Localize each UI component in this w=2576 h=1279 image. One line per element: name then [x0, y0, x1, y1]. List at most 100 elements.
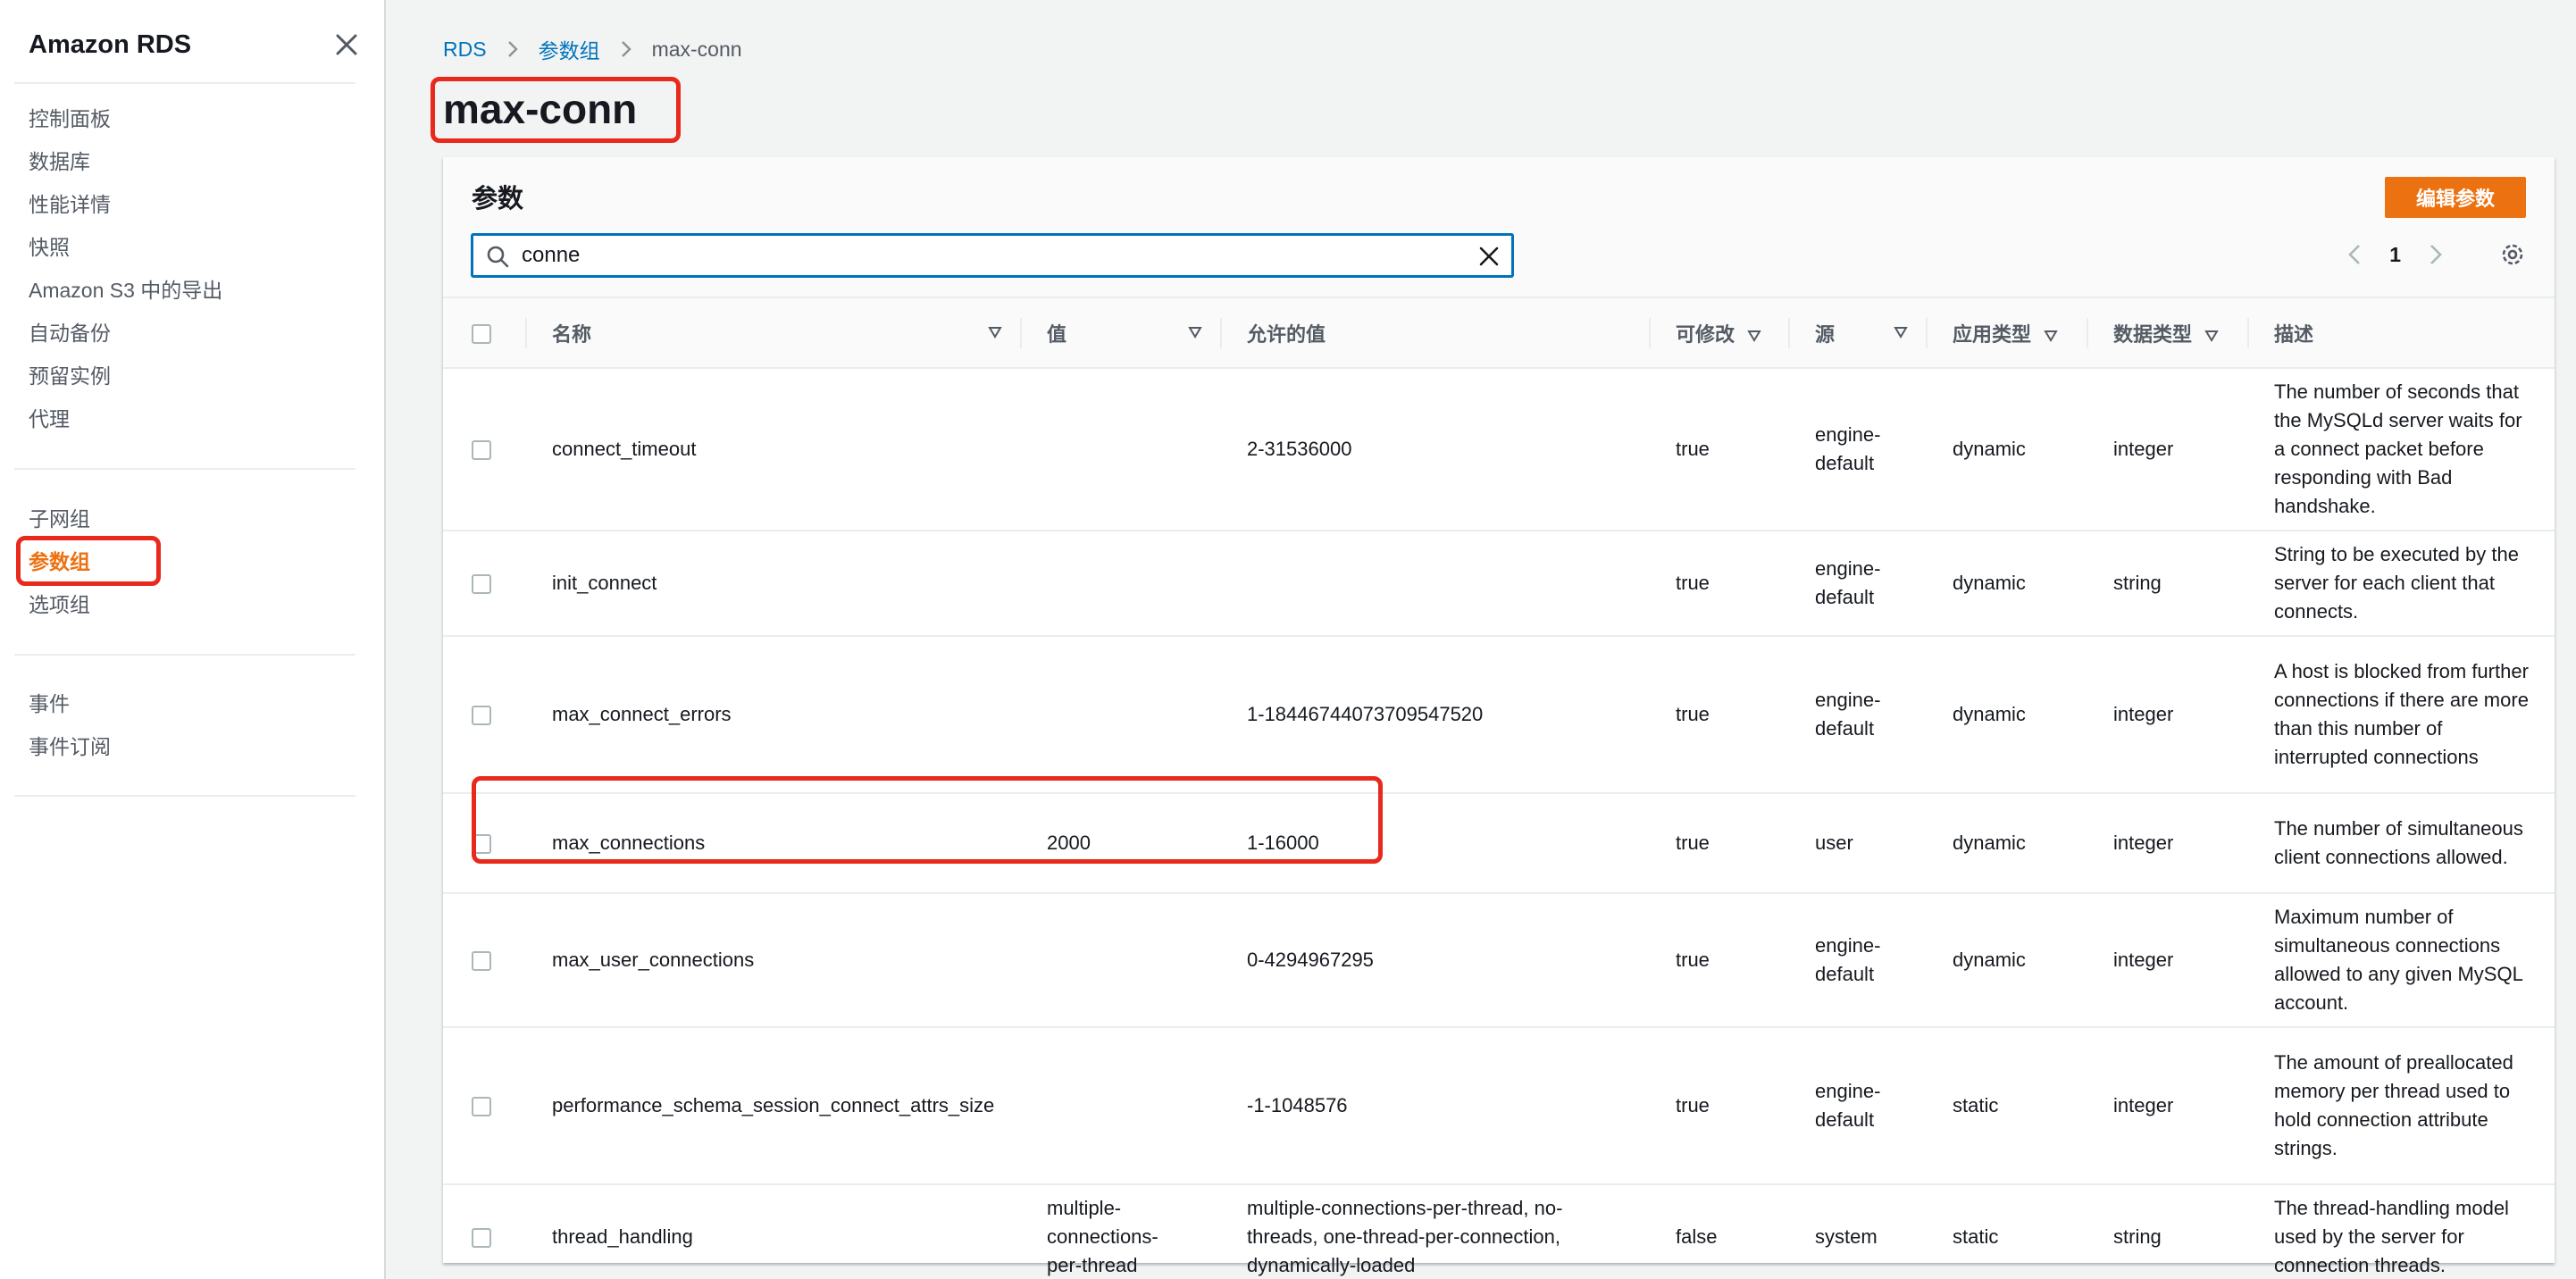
table-row[interactable]: performance_schema_session_connect_attrs… — [443, 1027, 2555, 1185]
row-checkbox[interactable] — [472, 951, 491, 972]
sidebar-item-s3-exports[interactable]: Amazon S3 中的导出 — [29, 276, 222, 305]
row-select-cell — [443, 793, 525, 894]
column-header-label: 可修改 — [1676, 322, 1735, 346]
gear-icon[interactable] — [2499, 241, 2526, 268]
sidebar-item-automated-backups[interactable]: 自动备份 — [29, 319, 111, 347]
sort-icon[interactable] — [1747, 329, 1761, 343]
description-cell: The number of seconds that the MySQLd se… — [2247, 368, 2555, 531]
select-all-checkbox[interactable] — [472, 323, 491, 344]
allowed-values-cell — [1220, 531, 1649, 637]
row-checkbox[interactable] — [472, 1228, 491, 1249]
description-cell: String to be executed by the server for … — [2247, 531, 2555, 637]
sidebar-item-reserved-instances[interactable]: 预留实例 — [29, 362, 111, 390]
column-header-data-type[interactable]: 数据类型 — [2087, 298, 2247, 369]
sidebar-item-proxies[interactable]: 代理 — [29, 405, 70, 433]
row-select-cell — [443, 893, 525, 1028]
sidebar-item-events[interactable]: 事件 — [29, 690, 70, 718]
table-row[interactable]: max_connect_errors 1-18446744073709547520… — [443, 636, 2555, 794]
modifiable-cell: true — [1649, 893, 1788, 1028]
name-cell: performance_schema_session_connect_attrs… — [525, 1027, 1020, 1185]
sidebar-item-performance-insights[interactable]: 性能详情 — [29, 190, 111, 219]
sort-icon[interactable] — [2044, 329, 2058, 343]
source-cell: engine- default — [1788, 531, 1926, 637]
modifiable-cell: true — [1649, 636, 1788, 794]
apply-type-cell: dynamic — [1926, 531, 2087, 637]
name-cell: max_connect_errors — [525, 636, 1020, 794]
value-cell — [1020, 893, 1220, 1028]
column-header-label: 应用类型 — [1953, 322, 2032, 346]
breadcrumb-rds[interactable]: RDS — [443, 38, 487, 62]
apply-type-cell: dynamic — [1926, 368, 2087, 531]
sort-icon[interactable] — [1188, 325, 1202, 339]
source-cell: engine- default — [1788, 1027, 1926, 1185]
search-icon — [487, 246, 509, 268]
row-checkbox[interactable] — [472, 574, 491, 595]
column-header-value[interactable]: 值 — [1020, 298, 1220, 369]
chevron-right-icon — [621, 41, 631, 57]
sidebar-item-dashboard[interactable]: 控制面板 — [29, 104, 111, 133]
page-number[interactable]: 1 — [2389, 243, 2401, 267]
search-field[interactable] — [472, 234, 1513, 277]
sidebar-item-subnet-groups[interactable]: 子网组 — [29, 505, 90, 533]
column-header-description: 描述 — [2247, 298, 2555, 369]
description-cell: The number of simultaneous client connec… — [2247, 793, 2555, 894]
column-header-allowed-values: 允许的值 — [1220, 298, 1649, 369]
modifiable-cell: true — [1649, 368, 1788, 531]
table-row[interactable]: max_connections 2000 1-16000 true user dynami… — [443, 793, 2555, 894]
column-header-apply-type[interactable]: 应用类型 — [1926, 298, 2087, 369]
clear-icon[interactable] — [1477, 245, 1501, 268]
name-cell: connect_timeout — [525, 368, 1020, 531]
data-type-cell: integer — [2087, 793, 2247, 894]
chevron-left-icon[interactable] — [2343, 242, 2368, 267]
panel-title: 参数 — [472, 185, 524, 213]
table-row[interactable]: max_user_connections 0-4294967295 true engi… — [443, 893, 2555, 1028]
allowed-values-cell: 1-18446744073709547520 — [1220, 636, 1649, 794]
allowed-values-cell: -1-1048576 — [1220, 1027, 1649, 1185]
sidebar-item-event-subscriptions[interactable]: 事件订阅 — [29, 732, 111, 761]
column-header-modifiable[interactable]: 可修改 — [1649, 298, 1788, 369]
source-cell: system — [1788, 1184, 1926, 1279]
search-input[interactable] — [522, 236, 1451, 275]
table-row[interactable]: thread_handling multiple- connections- pe… — [443, 1184, 2555, 1279]
sidebar-divider — [14, 795, 355, 797]
value-cell — [1020, 636, 1220, 794]
column-header-label: 描述 — [2274, 322, 2314, 346]
value-cell: 2000 — [1020, 793, 1220, 894]
value-cell — [1020, 368, 1220, 531]
column-header-label: 允许的值 — [1247, 322, 1326, 346]
edit-parameters-button[interactable]: 编辑参数 — [2385, 177, 2526, 218]
row-checkbox[interactable] — [472, 1097, 491, 1117]
sidebar-item-snapshots[interactable]: 快照 — [29, 233, 70, 262]
column-header-label: 数据类型 — [2113, 322, 2193, 346]
column-header-source[interactable]: 源 — [1788, 298, 1926, 369]
table-row[interactable]: connect_timeout 2-31536000 true engine- def… — [443, 368, 2555, 531]
sidebar-divider — [14, 82, 355, 84]
sort-icon[interactable] — [1894, 325, 1908, 339]
row-checkbox[interactable] — [472, 834, 491, 855]
description-cell: A host is blocked from further connectio… — [2247, 636, 2555, 794]
data-type-cell: string — [2087, 531, 2247, 637]
data-type-cell: string — [2087, 1184, 2247, 1279]
modifiable-cell: true — [1649, 793, 1788, 894]
table-row[interactable]: init_connect true engine- default dynamic st… — [443, 531, 2555, 637]
allowed-values-cell: 2-31536000 — [1220, 368, 1649, 531]
column-header-name[interactable]: 名称 — [525, 298, 1020, 369]
name-cell: init_connect — [525, 531, 1020, 637]
sidebar-item-option-groups[interactable]: 选项组 — [29, 590, 90, 619]
name-cell: max_connections — [525, 793, 1020, 894]
breadcrumb-parameter-groups[interactable]: 参数组 — [539, 34, 600, 64]
chevron-right-icon — [507, 41, 518, 57]
sidebar-divider — [14, 654, 355, 656]
source-cell: engine- default — [1788, 893, 1926, 1028]
sidebar-title: Amazon RDS — [29, 30, 192, 59]
sidebar-item-databases[interactable]: 数据库 — [29, 147, 90, 176]
close-icon[interactable] — [332, 30, 361, 59]
sidebar-item-parameter-groups[interactable]: 参数组 — [29, 548, 90, 576]
row-checkbox[interactable] — [472, 706, 491, 726]
sort-icon[interactable] — [2204, 329, 2219, 343]
sort-icon[interactable] — [988, 325, 1002, 339]
row-checkbox[interactable] — [472, 440, 491, 461]
chevron-right-icon[interactable] — [2422, 242, 2447, 267]
source-cell: user — [1788, 793, 1926, 894]
data-type-cell: integer — [2087, 636, 2247, 794]
